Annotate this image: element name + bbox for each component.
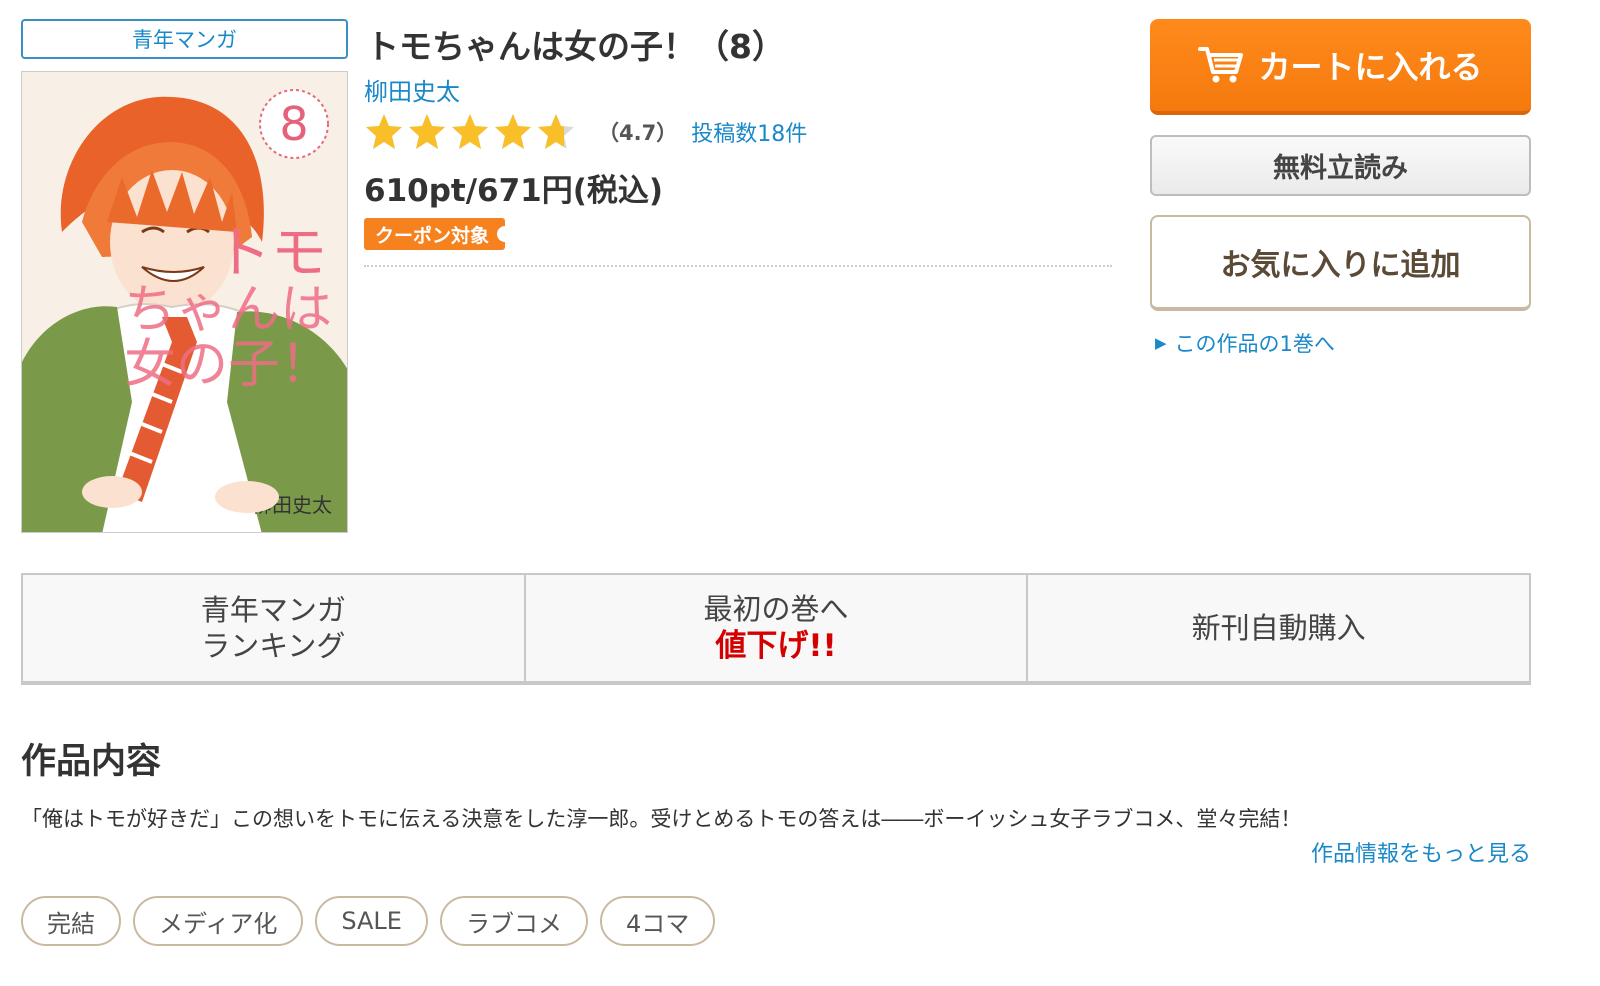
cover-title-line3: 女の子！: [124, 335, 332, 395]
tab-line1: 青年マンガ: [200, 592, 346, 627]
add-to-cart-button[interactable]: カートに入れる: [1150, 19, 1531, 115]
first-volume-link[interactable]: ▶ この作品の1巻へ: [1155, 328, 1335, 358]
rating-row: （4.7） 投稿数18件: [364, 112, 807, 152]
star-icon: [409, 114, 445, 149]
first-volume-label: この作品の1巻へ: [1174, 332, 1335, 356]
cover-illustration: 8 トモ ちゃんは 女の子！ 柳田史太: [22, 72, 347, 532]
free-preview-button[interactable]: 無料立読み: [1150, 135, 1531, 196]
rating-value: （4.7）: [598, 121, 678, 145]
tag[interactable]: SALE: [315, 896, 428, 946]
tag[interactable]: 4コマ: [599, 896, 716, 946]
review-count-link[interactable]: 投稿数18件: [691, 116, 807, 148]
star-icon: [452, 114, 488, 149]
coupon-badge: クーポン対象: [364, 218, 514, 250]
cart-icon: [1198, 47, 1244, 83]
add-favorite-button[interactable]: お気に入りに追加: [1150, 215, 1531, 311]
tab-auto-purchase[interactable]: 新刊自動購入: [1026, 575, 1529, 681]
cover-title-line1: トモ: [215, 221, 327, 286]
section-heading: 作品内容: [21, 742, 162, 782]
tab-line1: 新刊自動購入: [1191, 610, 1366, 645]
category-badge[interactable]: 青年マンガ: [21, 19, 348, 59]
divider: [364, 265, 1112, 267]
description-text: 「俺はトモが好きだ」この想いをトモに伝える決意をした淳一郎。受けとめるトモの答え…: [21, 807, 1302, 831]
triangle-right-icon: ▶: [1155, 334, 1167, 352]
cover-title-line2: ちゃんは: [124, 280, 332, 340]
tab-line1: 最初の巻へ: [703, 591, 849, 626]
feature-tab-bar: 青年マンガ ランキング 最初の巻へ 値下げ!! 新刊自動購入: [21, 573, 1531, 685]
author-link[interactable]: 柳田史太: [364, 72, 460, 107]
star-icon: [366, 114, 402, 149]
tag-list: 完結 メディア化 SALE ラブコメ 4コマ: [21, 896, 716, 946]
more-info-link[interactable]: 作品情報をもっと見る: [1311, 836, 1531, 868]
tab-line2: ランキング: [201, 629, 346, 663]
coupon-label: クーポン対象: [375, 224, 490, 247]
cover-volume-number: 8: [279, 97, 308, 151]
tag[interactable]: ラブコメ: [439, 896, 588, 946]
star-icon: [538, 114, 574, 149]
product-title: トモちゃんは女の子！（8）: [366, 27, 785, 66]
tag[interactable]: 完結: [21, 896, 121, 946]
tab-ranking[interactable]: 青年マンガ ランキング: [23, 575, 524, 681]
tag[interactable]: メディア化: [133, 896, 304, 946]
add-to-cart-label: カートに入れる: [1258, 48, 1483, 86]
tab-first-volume-sale[interactable]: 最初の巻へ 値下げ!!: [523, 575, 1027, 681]
price: 610pt/671円(税込): [364, 173, 664, 209]
cover-image[interactable]: 8 トモ ちゃんは 女の子！ 柳田史太: [21, 71, 348, 533]
star-rating: [364, 112, 576, 152]
star-icon: [495, 114, 531, 149]
tab-sale-label: 値下げ!!: [715, 627, 837, 664]
